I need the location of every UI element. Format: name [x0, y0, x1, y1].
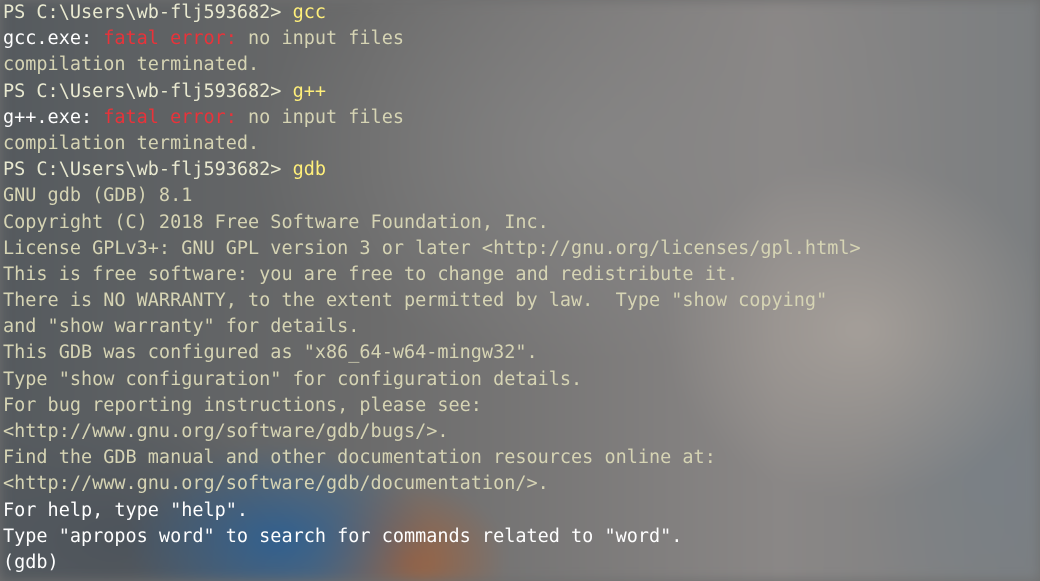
terminal-line-prompt: PS C:\Users\wb-flj593682> g++: [3, 79, 1040, 105]
terminal-line-output: Find the GDB manual and other documentat…: [3, 447, 716, 469]
terminal-window[interactable]: PS C:\Users\wb-flj593682> gcc gcc.exe: f…: [0, 0, 1040, 581]
error-label: fatal error:: [103, 106, 237, 128]
error-message: no input files: [236, 106, 404, 128]
gdb-prompt[interactable]: (gdb): [3, 550, 1040, 576]
terminal-line-output: <http://www.gnu.org/software/gdb/bugs/>.: [3, 421, 449, 442]
command-text: g++: [292, 80, 327, 102]
terminal-line-output: There is NO WARRANTY, to the extent perm…: [3, 290, 828, 312]
terminal-line-output: For bug reporting instructions, please s…: [3, 394, 482, 416]
terminal-line-output: and "show warranty" for details.: [3, 316, 360, 338]
terminal-line-output: Copyright (C) 2018 Free Software Foundat…: [3, 211, 549, 233]
terminal-line-error: gcc.exe: fatal error: no input files: [3, 26, 1040, 52]
prompt-path: PS C:\Users\wb-flj593682>: [3, 80, 293, 102]
terminal-line-output: This is free software: you are free to c…: [3, 263, 739, 285]
terminal-line-output: compilation terminated.: [3, 54, 260, 76]
terminal-line-error: g++.exe: fatal error: no input files: [3, 105, 1040, 131]
command-text: gcc: [292, 2, 327, 23]
terminal-line-output: This GDB was configured as "x86_64-w64-m…: [3, 342, 538, 364]
command-text: gdb: [292, 159, 327, 181]
prompt-path: PS C:\Users\wb-flj593682>: [3, 2, 293, 23]
prompt-path: PS C:\Users\wb-flj593682>: [3, 159, 293, 181]
error-label: fatal error:: [103, 28, 237, 50]
error-message: no input files: [236, 28, 404, 50]
terminal-line-output: Type "apropos word" to search for comman…: [3, 525, 683, 547]
terminal-line-output: For help, type "help".: [3, 499, 249, 521]
terminal-line-output: <http://www.gnu.org/software/gdb/documen…: [3, 473, 549, 495]
terminal-line-prompt: PS C:\Users\wb-flj593682> gcc: [3, 0, 1040, 26]
terminal-line-output: License GPLv3+: GNU GPL version 3 or lat…: [3, 237, 861, 259]
terminal-line-output: Type "show configuration" for configurat…: [3, 368, 583, 390]
program-name: g++.exe:: [3, 106, 104, 128]
terminal-line-output: GNU gdb (GDB) 8.1: [3, 185, 193, 207]
program-name: gcc.exe:: [3, 28, 104, 50]
terminal-line-prompt: PS C:\Users\wb-flj593682> gdb: [3, 157, 1040, 183]
terminal-line-output: compilation terminated.: [3, 132, 260, 154]
